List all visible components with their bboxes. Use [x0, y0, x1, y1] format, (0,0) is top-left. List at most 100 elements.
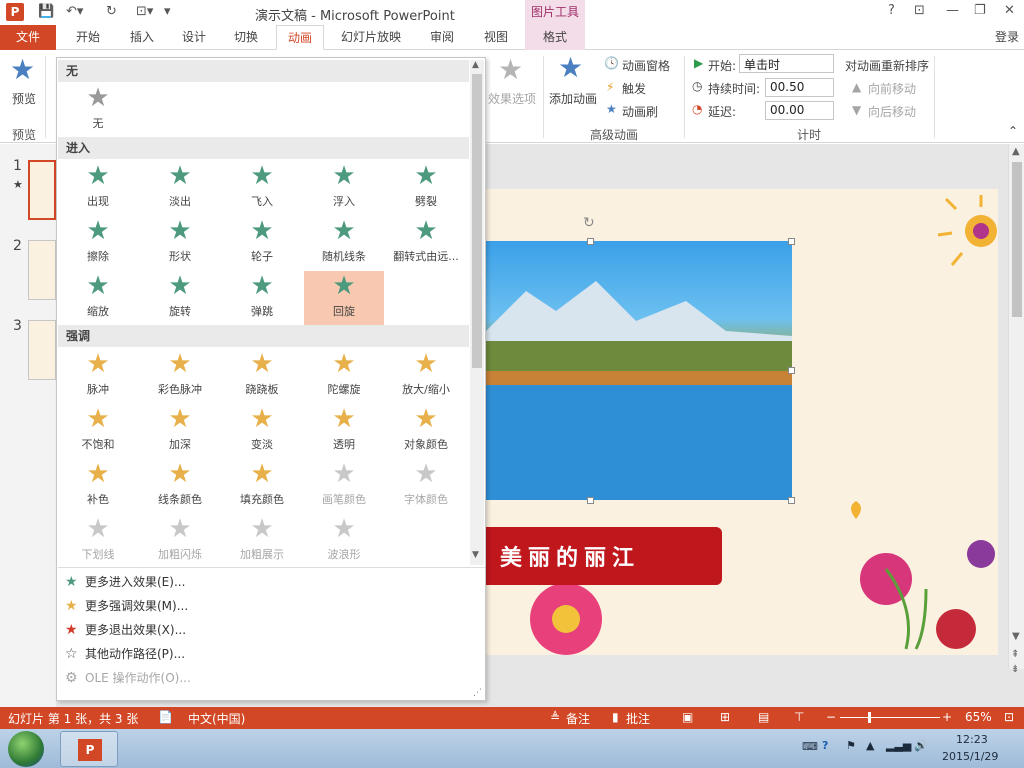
- tab-design[interactable]: 设计: [172, 25, 216, 50]
- entrance-effect[interactable]: ★ 劈裂: [386, 161, 466, 215]
- undo-icon[interactable]: ↶▾: [66, 4, 83, 19]
- add-animation-button[interactable]: 添加动画: [549, 90, 597, 107]
- more-emphasis-effects[interactable]: ★ 更多强调效果(M)...: [65, 597, 188, 614]
- entrance-effect[interactable]: ★ 回旋: [304, 271, 384, 325]
- emphasis-effect[interactable]: ★ 线条颜色: [140, 459, 220, 513]
- emphasis-effect[interactable]: ★ 变淡: [222, 404, 302, 458]
- tab-review[interactable]: 审阅: [420, 25, 464, 50]
- start-button-icon[interactable]: [8, 731, 44, 767]
- previous-slide-icon[interactable]: ⇞: [1011, 649, 1019, 660]
- spellcheck-icon[interactable]: 📄: [158, 710, 173, 724]
- scroll-thumb[interactable]: [1012, 162, 1022, 317]
- next-slide-icon[interactable]: ⇟: [1011, 664, 1019, 675]
- comments-button[interactable]: 批注: [626, 710, 650, 727]
- close-icon[interactable]: ✕: [1004, 3, 1015, 18]
- animation-pane-button[interactable]: 动画窗格: [622, 57, 670, 74]
- effect-none[interactable]: ★ 无: [58, 83, 138, 137]
- emphasis-effect[interactable]: ★ 跷跷板: [222, 349, 302, 403]
- emphasis-effect[interactable]: ★ 画笔颜色: [304, 459, 384, 513]
- keyboard-icon[interactable]: ⌨: [802, 740, 818, 753]
- slideshow-view-icon[interactable]: ⊤: [794, 710, 804, 724]
- resize-handle[interactable]: [788, 497, 795, 504]
- entrance-effect[interactable]: ★ 飞入: [222, 161, 302, 215]
- entrance-effect[interactable]: ★ 擦除: [58, 216, 138, 270]
- resize-handle[interactable]: [587, 497, 594, 504]
- emphasis-effect[interactable]: ★ 加粗闪烁: [140, 514, 220, 568]
- emphasis-effect[interactable]: ★ 脉冲: [58, 349, 138, 403]
- scroll-up-icon[interactable]: ▲: [1012, 146, 1020, 157]
- emphasis-effect[interactable]: ★ 下划线: [58, 514, 138, 568]
- tab-insert[interactable]: 插入: [120, 25, 164, 50]
- login-link[interactable]: 登录: [990, 25, 1024, 50]
- entrance-effect[interactable]: ★ 弹跳: [222, 271, 302, 325]
- scroll-thumb[interactable]: [472, 74, 482, 368]
- fit-slide-icon[interactable]: ⊡: [1004, 710, 1014, 724]
- entrance-effect[interactable]: ★ 随机线条: [304, 216, 384, 270]
- minimize-icon[interactable]: —: [946, 3, 959, 18]
- restore-icon[interactable]: ❐: [974, 3, 986, 18]
- entrance-effect[interactable]: ★ 轮子: [222, 216, 302, 270]
- zoom-slider[interactable]: [840, 717, 940, 718]
- add-animation-icon[interactable]: ★: [558, 54, 583, 82]
- start-select[interactable]: 单击时: [739, 54, 834, 73]
- scroll-down-icon[interactable]: ▼: [472, 550, 479, 560]
- redo-icon[interactable]: ↻: [106, 4, 117, 19]
- entrance-effect[interactable]: ★ 淡出: [140, 161, 220, 215]
- emphasis-effect[interactable]: ★ 加深: [140, 404, 220, 458]
- resize-handle[interactable]: [788, 238, 795, 245]
- emphasis-effect[interactable]: ★ 波浪形: [304, 514, 384, 568]
- tab-transitions[interactable]: 切换: [224, 25, 268, 50]
- scroll-up-icon[interactable]: ▲: [472, 60, 479, 70]
- tab-view[interactable]: 视图: [474, 25, 518, 50]
- action-center-icon[interactable]: ⚑: [846, 739, 856, 752]
- resize-grip-icon[interactable]: ⋰: [473, 688, 482, 698]
- emphasis-effect[interactable]: ★ 陀螺旋: [304, 349, 384, 403]
- clock-time[interactable]: 12:23: [956, 733, 988, 746]
- more-motion-paths[interactable]: ☆ 其他动作路径(P)...: [65, 645, 185, 662]
- entrance-effect[interactable]: ★ 浮入: [304, 161, 384, 215]
- more-exit-effects[interactable]: ★ 更多退出效果(X)...: [65, 621, 186, 638]
- vertical-scrollbar[interactable]: ▲ ▼: [1008, 144, 1024, 669]
- rotate-handle-icon[interactable]: ↻: [583, 215, 595, 231]
- emphasis-effect[interactable]: ★ 补色: [58, 459, 138, 513]
- entrance-effect[interactable]: ★ 形状: [140, 216, 220, 270]
- entrance-effect[interactable]: ★ 翻转式由远...: [386, 216, 466, 270]
- notes-button[interactable]: 备注: [566, 710, 590, 727]
- entrance-effect[interactable]: ★ 出现: [58, 161, 138, 215]
- slide-title[interactable]: 美丽的丽江: [500, 540, 640, 572]
- zoom-level[interactable]: 65%: [965, 710, 992, 724]
- gallery-scrollbar[interactable]: ▲ ▼: [470, 60, 484, 565]
- move-later-button[interactable]: 向后移动: [868, 103, 916, 120]
- entrance-effect[interactable]: ★ 旋转: [140, 271, 220, 325]
- clock-date[interactable]: 2015/1/29: [942, 750, 998, 763]
- more-entrance-effects[interactable]: ★ 更多进入效果(E)...: [65, 573, 185, 590]
- delay-input[interactable]: 00.00: [765, 101, 834, 120]
- duration-input[interactable]: 00.50: [765, 78, 834, 97]
- emphasis-effect[interactable]: ★ 彩色脉冲: [140, 349, 220, 403]
- tab-home[interactable]: 开始: [66, 25, 110, 50]
- preview-icon[interactable]: ★: [10, 56, 35, 84]
- emphasis-effect[interactable]: ★ 填充颜色: [222, 459, 302, 513]
- emphasis-effect[interactable]: ★ 字体颜色: [386, 459, 466, 513]
- slide-thumbnail-3[interactable]: [28, 320, 56, 380]
- move-earlier-button[interactable]: 向前移动: [868, 80, 916, 97]
- emphasis-effect[interactable]: ★ 不饱和: [58, 404, 138, 458]
- customize-qat-icon[interactable]: ▾: [164, 4, 171, 19]
- resize-handle[interactable]: [788, 367, 795, 374]
- resize-handle[interactable]: [587, 238, 594, 245]
- reading-view-icon[interactable]: ▤: [758, 710, 769, 724]
- volume-icon[interactable]: 🔊: [914, 739, 928, 752]
- preview-button[interactable]: 预览: [12, 90, 36, 107]
- network-icon[interactable]: ▂▃▅: [886, 739, 911, 752]
- ribbon-display-icon[interactable]: ⊡: [914, 3, 925, 18]
- trigger-button[interactable]: 触发: [622, 80, 646, 97]
- tab-file[interactable]: 文件: [0, 25, 56, 50]
- slide-thumbnail-2[interactable]: [28, 240, 56, 300]
- language-indicator[interactable]: 中文(中国): [188, 710, 245, 727]
- effect-options-button[interactable]: 效果选项: [488, 90, 536, 107]
- lijiang-photo[interactable]: [486, 241, 792, 500]
- powerpoint-logo-icon[interactable]: P: [6, 3, 24, 21]
- collapse-ribbon-icon[interactable]: ⌃: [1008, 124, 1018, 138]
- help-tray-icon[interactable]: ?: [822, 739, 828, 752]
- zoom-in-icon[interactable]: +: [942, 710, 952, 724]
